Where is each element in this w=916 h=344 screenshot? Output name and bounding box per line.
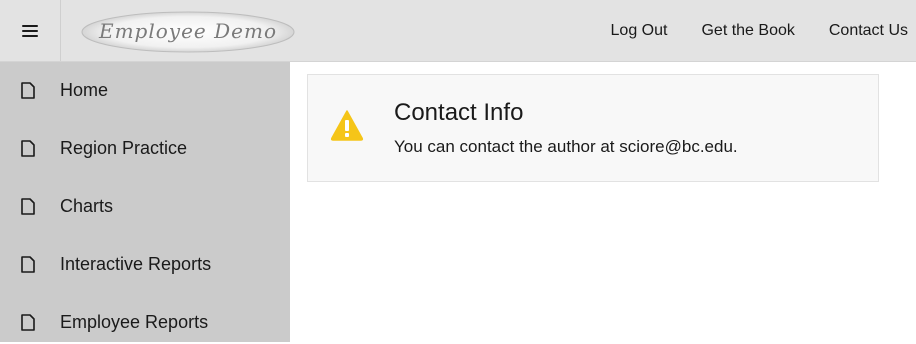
- sidebar-item-label: Home: [60, 79, 109, 100]
- page-icon: [21, 81, 35, 99]
- menu-button[interactable]: [0, 0, 61, 61]
- sidebar-item-label: Interactive Reports: [60, 253, 212, 274]
- app-logo[interactable]: Employee Demo: [80, 10, 296, 54]
- logout-link[interactable]: Log Out: [611, 22, 668, 40]
- top-nav: Log Out Get the Book Contact Us: [577, 0, 908, 62]
- sidebar-item-region-practice[interactable]: Region Practice: [0, 126, 290, 170]
- contact-us-link[interactable]: Contact Us: [829, 22, 908, 40]
- contact-info-alert: Contact Info You can contact the author …: [307, 74, 879, 182]
- page-icon: [21, 139, 35, 157]
- logo-text: Employee Demo: [98, 19, 277, 43]
- alert-message: You can contact the author at sciore@bc.…: [394, 137, 738, 156]
- top-bar: Employee Demo Log Out Get the Book Conta…: [0, 0, 916, 62]
- sidebar-item-interactive-reports[interactable]: Interactive Reports: [0, 242, 290, 286]
- sidebar-item-label: Employee Reports: [60, 311, 209, 332]
- alert-title: Contact Info: [394, 99, 524, 126]
- sidebar-item-charts[interactable]: Charts: [0, 184, 290, 228]
- warning-icon: [330, 110, 364, 141]
- sidebar-item-label: Region Practice: [60, 137, 188, 158]
- hamburger-icon: [22, 24, 38, 37]
- page-icon: [21, 313, 35, 331]
- sidebar-item-home[interactable]: Home: [0, 68, 290, 112]
- sidebar-item-label: Charts: [60, 195, 114, 216]
- sidebar: Home Region Practice Charts Interactive …: [0, 62, 290, 342]
- get-the-book-link[interactable]: Get the Book: [701, 22, 794, 40]
- sidebar-item-employee-reports[interactable]: Employee Reports: [0, 300, 290, 344]
- page-icon: [21, 197, 35, 215]
- page-icon: [21, 255, 35, 273]
